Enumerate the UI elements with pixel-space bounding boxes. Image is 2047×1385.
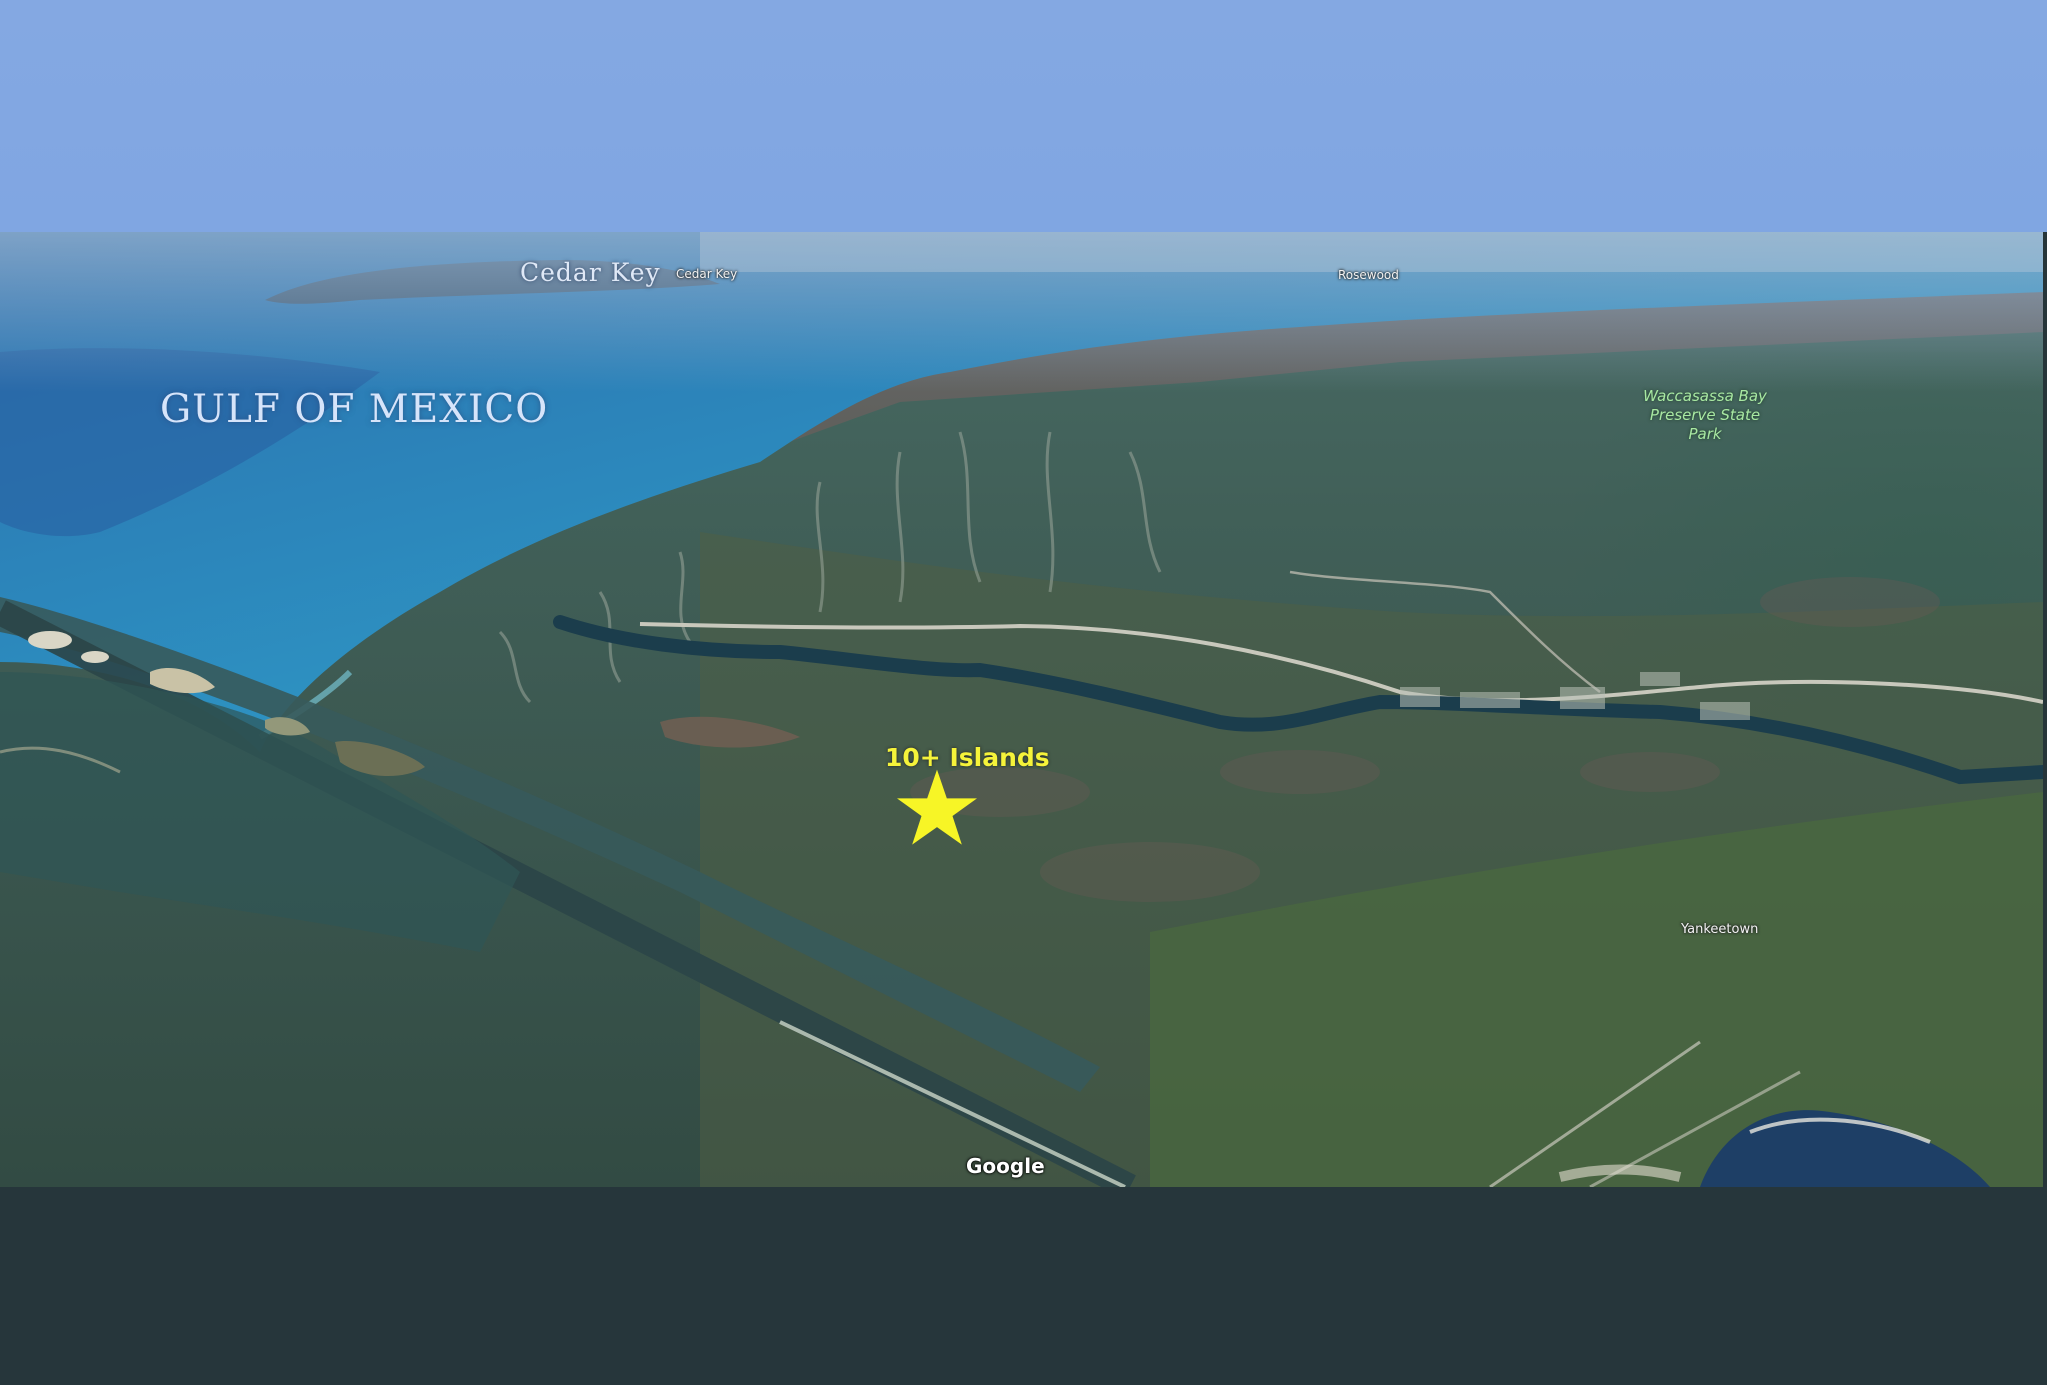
rosewood-place-label[interactable]: Rosewood	[1338, 268, 1399, 282]
waccasassa-park-label[interactable]: Waccasassa Bay Preserve State Park	[1640, 387, 1770, 444]
star-icon	[897, 769, 977, 845]
aerial-map[interactable]: GULF OF MEXICO Cedar Key Cedar Key Rosew…	[0, 232, 2043, 1187]
cedar-key-place-label[interactable]: Cedar Key	[676, 267, 737, 281]
terrain-layer	[0, 232, 2043, 1187]
cedar-key-large-label: Cedar Key	[520, 258, 661, 287]
yankeetown-place-label[interactable]: Yankeetown	[1681, 922, 1758, 937]
sky-band	[0, 0, 2047, 232]
google-attribution: Google	[966, 1154, 1045, 1178]
bottom-bar	[0, 1187, 2047, 1385]
gulf-of-mexico-label: GULF OF MEXICO	[160, 387, 549, 432]
